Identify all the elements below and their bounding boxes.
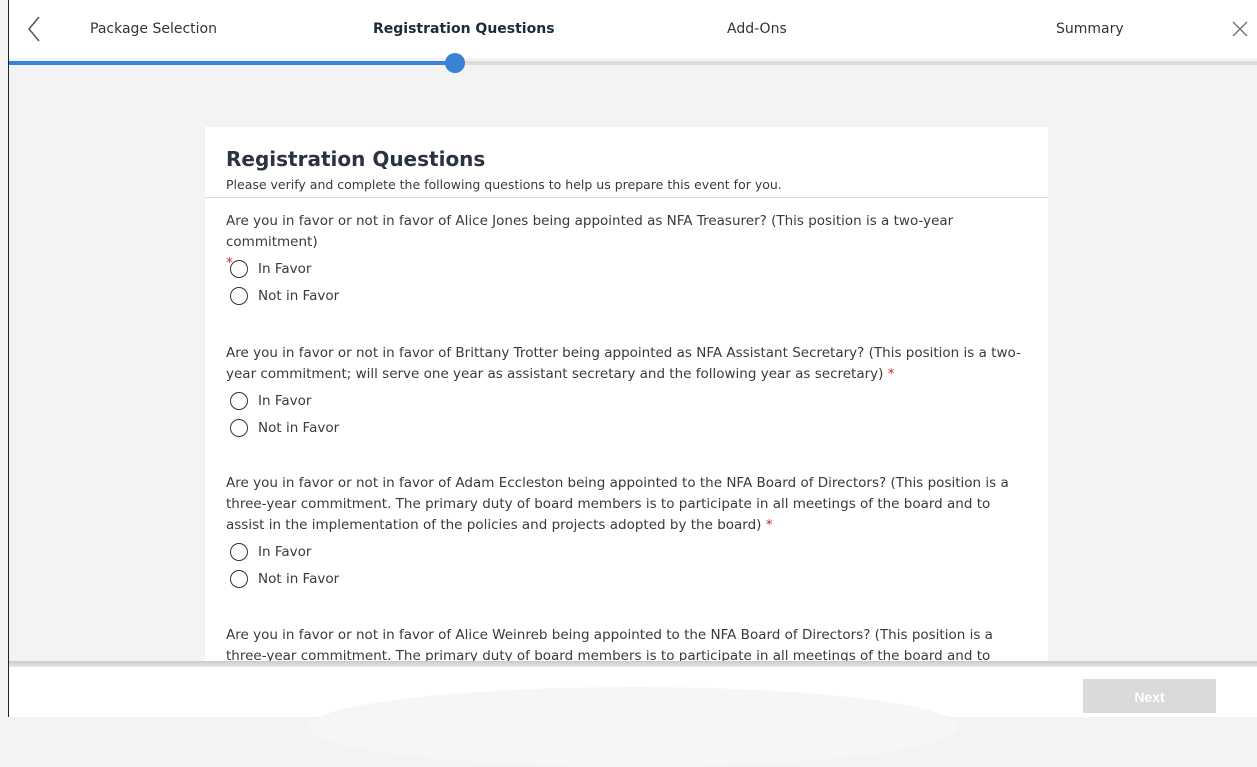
radio-label: Not in Favor [258,571,340,587]
radio-circle[interactable] [230,570,248,588]
question-text: Are you in favor or not in favor of Brit… [226,343,1031,385]
required-mark: * [887,366,895,382]
radio-in-favor[interactable]: In Favor [230,541,311,563]
wizard-footer: Next [9,667,1257,767]
radio-circle[interactable] [230,260,248,278]
radio-label: Not in Favor [258,288,340,304]
card-title: Registration Questions [226,147,486,171]
required-mark: * [765,517,773,533]
back-button[interactable] [25,14,45,44]
radio-not-in-favor[interactable]: Not in Favor [230,417,339,439]
radio-not-in-favor[interactable]: Not in Favor [230,285,339,307]
question-label: Are you in favor or not in favor of Alic… [226,213,954,250]
progress-indicator [445,53,465,73]
question-label: Are you in favor or not in favor of Brit… [226,345,1021,382]
radio-in-favor[interactable]: In Favor [230,258,311,280]
step-registration-questions[interactable]: Registration Questions [373,21,555,37]
radio-circle[interactable] [230,543,248,561]
window-border [8,0,9,717]
radio-circle[interactable] [230,392,248,410]
question-text: Are you in favor or not in favor of Adam… [226,473,1031,536]
step-add-ons[interactable]: Add-Ons [727,21,787,37]
radio-circle[interactable] [230,287,248,305]
chevron-left-icon [28,16,40,42]
radio-label: Not in Favor [258,420,340,436]
radio-circle[interactable] [230,419,248,437]
radio-label: In Favor [258,393,312,409]
question-label: Are you in favor or not in favor of Adam… [226,475,1009,533]
divider [205,197,1048,198]
radio-label: In Favor [258,261,312,277]
card-subtitle: Please verify and complete the following… [226,177,782,192]
registration-questions-card: Registration Questions Please verify and… [205,127,1048,667]
radio-in-favor[interactable]: In Favor [230,390,311,412]
close-icon [1232,21,1248,37]
close-button[interactable] [1229,18,1251,40]
radio-not-in-favor[interactable]: Not in Favor [230,568,339,590]
question-text: Are you in favor or not in favor of Alic… [226,211,1031,274]
wizard-header: Package Selection Registration Questions… [9,0,1257,58]
next-button[interactable]: Next [1083,679,1216,713]
progress-fill [9,61,455,65]
step-summary[interactable]: Summary [1056,21,1124,37]
step-package-selection[interactable]: Package Selection [90,21,217,37]
radio-label: In Favor [258,544,312,560]
wizard-progress-bar [9,53,1257,73]
footer-decoration [309,687,959,767]
